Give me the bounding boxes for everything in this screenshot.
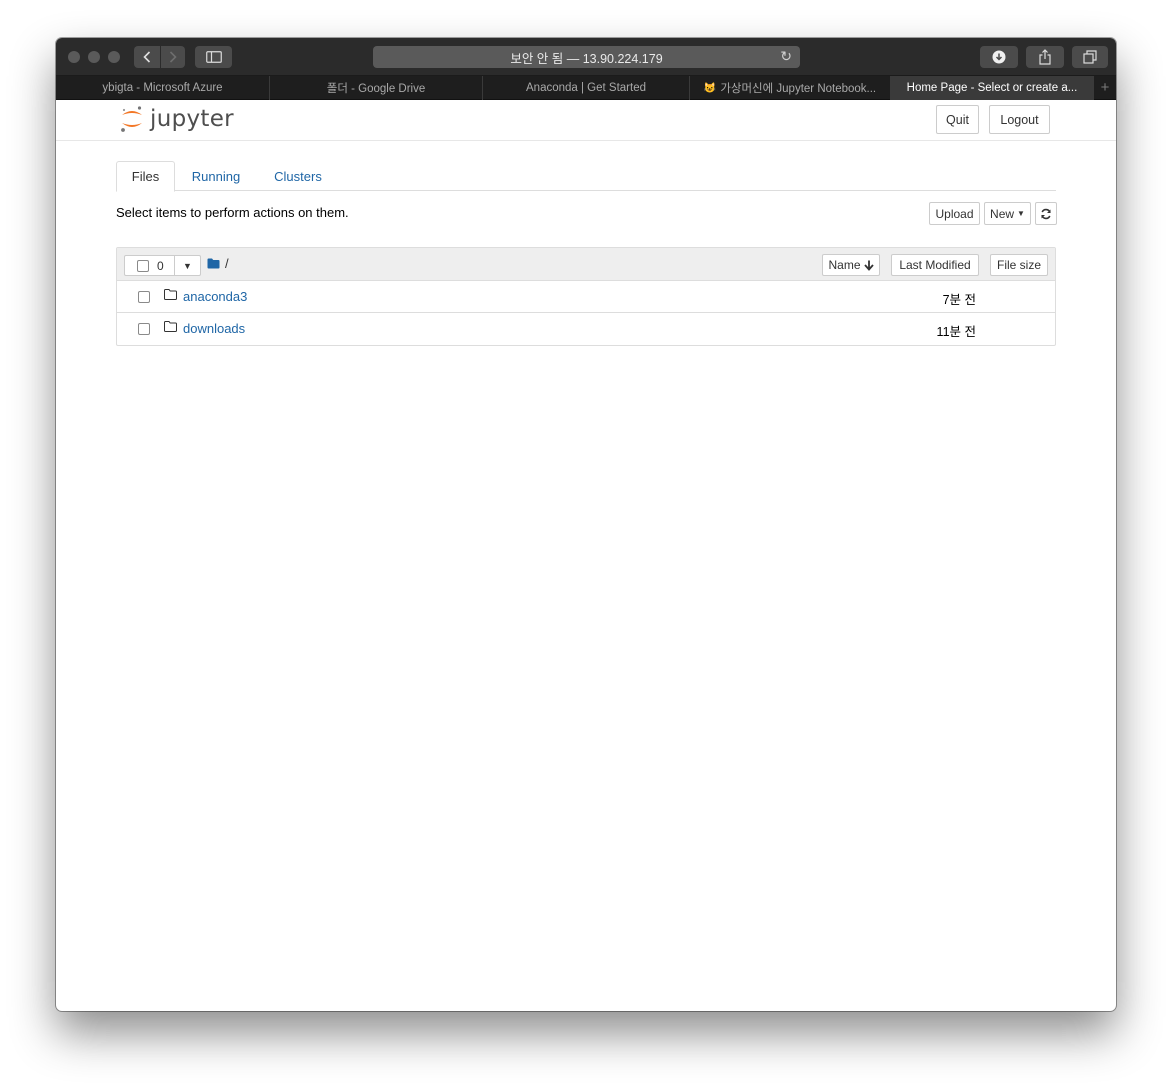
selection-hint: Select items to perform actions on them. (116, 205, 349, 220)
refresh-button[interactable] (1035, 202, 1057, 225)
tab-clusters[interactable]: Clusters (264, 161, 332, 191)
folder-outline-icon (164, 321, 177, 332)
cat-favicon-icon: 😺 (703, 82, 717, 94)
close-window-button[interactable] (68, 51, 80, 63)
logo-text: jupyter (150, 106, 234, 132)
share-button[interactable] (1026, 46, 1064, 68)
share-icon (1039, 49, 1051, 65)
browser-toolbar: 보안 안 됨 — 13.90.224.179 ↻ (56, 38, 1116, 76)
folder-icon[interactable] (207, 258, 220, 269)
item-modified: 11분 전 (936, 325, 976, 339)
browser-window: 보안 안 됨 — 13.90.224.179 ↻ ybigta - Micros… (56, 38, 1116, 1011)
tab-overview-icon (1083, 50, 1097, 64)
sort-name-label: Name (828, 258, 861, 272)
reload-icon[interactable]: ↻ (780, 48, 792, 65)
arrow-down-icon (863, 260, 874, 271)
item-checkbox[interactable] (138, 323, 150, 335)
caret-down-icon: ▼ (183, 260, 192, 271)
dashboard-main: Files Running Clusters Select items to p… (116, 161, 1057, 346)
selected-count: 0 (157, 258, 164, 273)
history-nav (134, 46, 185, 68)
sort-by-modified-button[interactable]: Last Modified (891, 254, 979, 276)
caret-down-icon: ▼ (1017, 209, 1025, 218)
tab-label: ybigta - Microsoft Azure (102, 82, 223, 94)
jupyter-header: jupyter Quit Logout (56, 100, 1116, 141)
list-item[interactable]: anaconda3 7분 전 (117, 281, 1055, 313)
tab-label: Anaconda | Get Started (526, 82, 646, 94)
quit-button[interactable]: Quit (936, 105, 979, 134)
file-toolbar: Select items to perform actions on them.… (116, 191, 1057, 247)
chevron-left-icon (143, 51, 151, 63)
jupyter-logo[interactable]: jupyter (120, 104, 234, 134)
file-list: 0 ▼ / Name Last Modified File size anaco… (116, 247, 1056, 346)
file-list-header: 0 ▼ / Name Last Modified File size (117, 248, 1055, 281)
item-modified: 7분 전 (942, 293, 976, 307)
minimize-window-button[interactable] (88, 51, 100, 63)
checkbox (137, 259, 149, 272)
logout-button[interactable]: Logout (989, 105, 1050, 134)
breadcrumb-path[interactable]: / (225, 256, 229, 271)
tab-overview-button[interactable] (1072, 46, 1108, 68)
sort-by-size-button[interactable]: File size (990, 254, 1048, 276)
sidebar-toggle-button[interactable] (195, 46, 232, 68)
address-bar[interactable]: 보안 안 됨 — 13.90.224.179 ↻ (373, 46, 800, 68)
sort-by-name-button[interactable]: Name (822, 254, 880, 276)
tab-label: Home Page - Select or create a... (906, 82, 1078, 94)
new-dropdown-button[interactable]: New ▼ (984, 202, 1031, 225)
new-tab-button[interactable]: + (1094, 76, 1116, 99)
browser-tab-bar: ybigta - Microsoft Azure 폴더 - Google Dri… (56, 76, 1116, 100)
item-name-link[interactable]: downloads (183, 321, 245, 336)
browser-tab-home-page[interactable]: Home Page - Select or create a... (891, 76, 1094, 100)
refresh-icon (1041, 208, 1051, 219)
back-button[interactable] (135, 46, 160, 68)
address-text: 보안 안 됨 — 13.90.224.179 (510, 51, 663, 66)
tab-files[interactable]: Files (116, 161, 175, 192)
select-menu-button[interactable]: ▼ (175, 256, 200, 275)
list-item[interactable]: downloads 11분 전 (117, 313, 1055, 345)
upload-button[interactable]: Upload (929, 202, 980, 225)
download-icon (992, 50, 1006, 64)
item-checkbox[interactable] (138, 291, 150, 303)
select-all-checkbox[interactable]: 0 (125, 256, 175, 275)
downloads-button[interactable] (980, 46, 1018, 68)
tab-label: 폴더 - Google Drive (326, 83, 426, 95)
browser-tab-anaconda[interactable]: Anaconda | Get Started (483, 76, 690, 100)
browser-tab-jupyter-guide[interactable]: 😺 가상머신에 Jupyter Notebook... (690, 76, 891, 100)
select-all-control: 0 ▼ (124, 255, 201, 276)
zoom-window-button[interactable] (108, 51, 120, 63)
window-controls (68, 51, 120, 63)
breadcrumb: / (207, 256, 229, 271)
sidebar-icon (205, 51, 222, 63)
browser-tab-azure[interactable]: ybigta - Microsoft Azure (56, 76, 270, 100)
chevron-right-icon (169, 51, 177, 63)
folder-outline-icon (164, 289, 177, 300)
item-name-link[interactable]: anaconda3 (183, 289, 247, 304)
new-label: New (990, 206, 1015, 221)
dashboard-tabs: Files Running Clusters (116, 161, 1056, 192)
jupyter-logo-icon (121, 106, 142, 132)
forward-button[interactable] (159, 46, 185, 68)
browser-tab-google-drive[interactable]: 폴더 - Google Drive (270, 76, 483, 100)
tab-running[interactable]: Running (181, 161, 251, 191)
tab-label: 가상머신에 Jupyter Notebook... (720, 83, 877, 95)
